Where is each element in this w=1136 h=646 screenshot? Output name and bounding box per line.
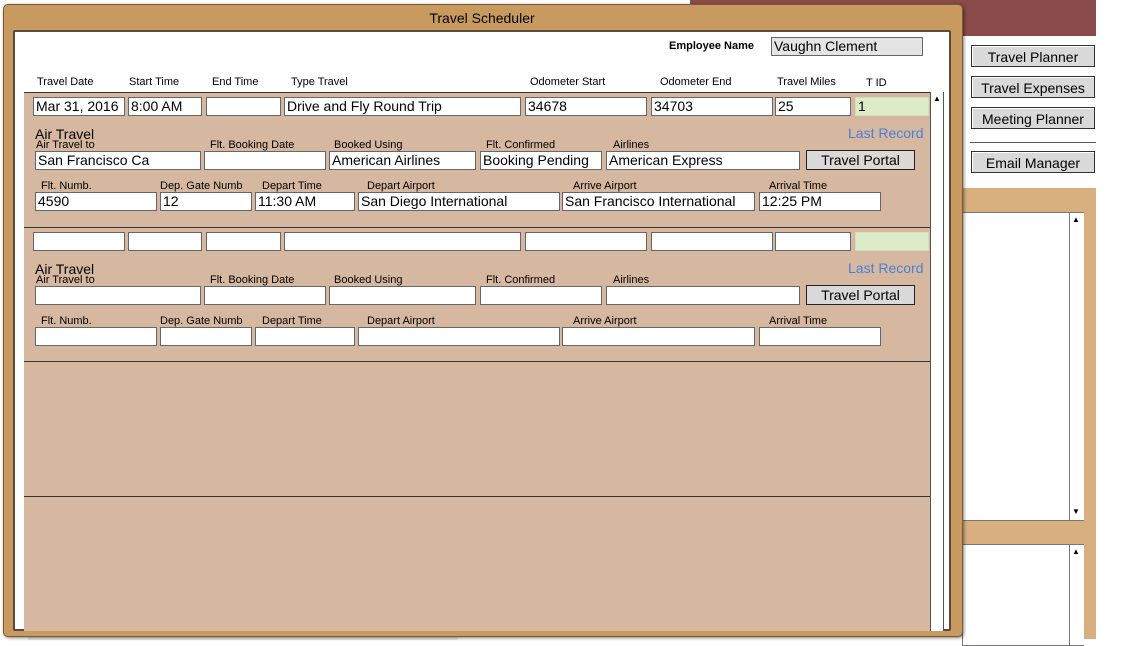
travel-date-header: Travel Date (37, 76, 94, 88)
flt-booking-date-field[interactable] (204, 286, 326, 305)
t-id-field (855, 232, 929, 251)
flt-numb-label: Flt. Numb. (41, 180, 92, 192)
flt-confirmed-field[interactable]: Booking Pending (480, 151, 602, 170)
t-id-field: 1 (855, 97, 929, 116)
scroll-down-icon[interactable]: ▼ (1072, 508, 1080, 516)
arrival-time-field[interactable] (759, 327, 881, 346)
depart-time-label: Depart Time (262, 315, 322, 327)
list-scrollbar[interactable]: ▲ (1069, 545, 1084, 645)
arrive-airport-field[interactable]: San Francisco International (562, 192, 755, 211)
depart-airport-field[interactable] (358, 327, 560, 346)
sidebar-divider (970, 142, 1096, 143)
odometer-end-header: Odometer End (660, 76, 732, 88)
flt-confirmed-field[interactable] (480, 286, 602, 305)
scroll-up-icon[interactable]: ▲ (1072, 548, 1080, 556)
type-travel-field[interactable] (284, 232, 521, 251)
flt-booking-date-label: Flt. Booking Date (210, 139, 295, 151)
travel-miles-field[interactable] (775, 232, 851, 251)
scroll-up-icon[interactable]: ▲ (1072, 216, 1080, 224)
row-separator (24, 92, 930, 93)
airlines-field[interactable]: American Express (606, 151, 800, 170)
list-scrollbar[interactable]: ▲ ▼ (1069, 213, 1084, 520)
flt-confirmed-label: Flt. Confirmed (486, 274, 556, 286)
background-panel: ▲ ▼ ▲ (962, 188, 1096, 646)
end-time-field[interactable] (206, 232, 281, 251)
odometer-end-field[interactable] (651, 232, 773, 251)
last-record-link[interactable]: Last Record (848, 260, 923, 276)
type-travel-header: Type Travel (291, 76, 348, 88)
travel-portal-button[interactable]: Travel Portal (806, 285, 915, 305)
dep-gate-numb-field[interactable]: 12 (160, 192, 252, 211)
start-time-header: Start Time (129, 76, 180, 88)
booked-using-label: Booked Using (334, 139, 403, 151)
arrival-time-label: Arrival Time (769, 315, 828, 327)
depart-airport-label: Depart Airport (367, 180, 435, 192)
travel-portal-button[interactable]: Travel Portal (806, 150, 915, 170)
air-travel-to-field[interactable] (35, 286, 201, 305)
air-travel-to-label: Air Travel to (36, 274, 95, 286)
depart-airport-label: Depart Airport (367, 315, 435, 327)
dep-gate-numb-label: Dep. Gate Numb (160, 180, 243, 192)
row-separator (24, 496, 930, 497)
depart-airport-field[interactable]: San Diego International (358, 192, 560, 211)
background-list-bottom[interactable]: ▲ (962, 544, 1084, 646)
air-travel-to-label: Air Travel to (36, 139, 95, 151)
end-time-field[interactable] (206, 97, 281, 116)
booked-using-label: Booked Using (334, 274, 403, 286)
airlines-field[interactable] (606, 286, 800, 305)
travel-planner-button[interactable]: Travel Planner (971, 45, 1095, 67)
arrival-time-field[interactable]: 12:25 PM (759, 192, 881, 211)
flt-numb-field[interactable]: 4590 (35, 192, 157, 211)
airlines-label: Airlines (613, 274, 650, 286)
travel-date-field[interactable]: Mar 31, 2016 (33, 97, 125, 116)
t-id-header: T ID (866, 77, 887, 89)
depart-time-field[interactable]: 11:30 AM (255, 192, 355, 211)
dep-gate-numb-field[interactable] (160, 327, 252, 346)
dialog-title: Travel Scheduler (429, 10, 535, 26)
employee-name-label: Employee Name (669, 40, 754, 52)
arrival-time-label: Arrival Time (769, 180, 828, 192)
type-travel-field[interactable]: Drive and Fly Round Trip (284, 97, 521, 116)
last-record-link[interactable]: Last Record (848, 125, 923, 141)
booked-using-field[interactable] (329, 286, 476, 305)
end-time-header: End Time (212, 76, 259, 88)
depart-time-field[interactable] (255, 327, 355, 346)
odometer-start-field[interactable] (525, 232, 647, 251)
flt-numb-label: Flt. Numb. (41, 315, 92, 327)
arrive-airport-label: Arrive Airport (573, 180, 637, 192)
dep-gate-numb-label: Dep. Gate Numb (160, 315, 243, 327)
flt-numb-field[interactable] (35, 327, 157, 346)
airlines-label: Airlines (613, 139, 650, 151)
depart-time-label: Depart Time (262, 180, 322, 192)
booked-using-field[interactable]: American Airlines (329, 151, 476, 170)
odometer-start-header: Odometer Start (530, 76, 606, 88)
email-manager-button[interactable]: Email Manager (971, 151, 1095, 173)
scroll-up-icon[interactable]: ▲ (933, 95, 941, 103)
background-list-top[interactable]: ▲ ▼ (962, 212, 1084, 521)
odometer-end-field[interactable]: 34703 (651, 97, 773, 116)
travel-date-field[interactable] (33, 232, 125, 251)
arrive-airport-field[interactable] (562, 327, 755, 346)
air-travel-to-field[interactable]: San Francisco Ca (35, 151, 201, 170)
travel-miles-header: Travel Miles (777, 76, 836, 88)
row-separator (24, 361, 930, 362)
meeting-planner-button[interactable]: Meeting Planner (971, 107, 1095, 129)
travel-miles-field[interactable]: 25 (775, 97, 851, 116)
arrive-airport-label: Arrive Airport (573, 315, 637, 327)
flt-booking-date-label: Flt. Booking Date (210, 274, 295, 286)
portal-scrollbar[interactable]: ▲ (930, 92, 944, 631)
flt-confirmed-label: Flt. Confirmed (486, 139, 556, 151)
start-time-field[interactable] (128, 232, 202, 251)
odometer-start-field[interactable]: 34678 (525, 97, 647, 116)
row-separator (24, 227, 930, 228)
start-time-field[interactable]: 8:00 AM (128, 97, 202, 116)
flt-booking-date-field[interactable] (204, 151, 326, 170)
travel-expenses-button[interactable]: Travel Expenses (971, 76, 1095, 98)
employee-name-field[interactable]: Vaughn Clement (771, 37, 923, 56)
